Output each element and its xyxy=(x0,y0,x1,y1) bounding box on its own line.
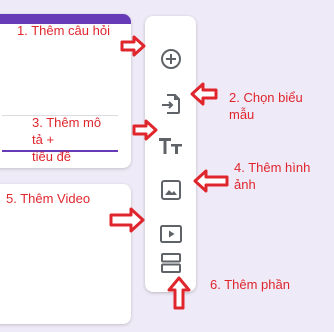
arrow-right-icon xyxy=(120,35,146,57)
annotation-add-image-line2: ảnh xyxy=(234,177,256,192)
annotation-add-section: 6. Thêm phần xyxy=(210,277,290,292)
annotation-import-form-line1: 2. Chọn biểu xyxy=(229,90,303,105)
annotation-add-title: 3. Thêm mô tả + tiêu đề xyxy=(32,114,101,165)
arrow-right-icon xyxy=(132,119,158,141)
title-text-icon xyxy=(158,138,182,154)
add-video-button[interactable] xyxy=(156,219,186,249)
arrow-left-icon xyxy=(193,169,229,193)
arrow-up-icon xyxy=(167,276,191,310)
annotation-add-title-line3: tiêu đề xyxy=(32,149,72,164)
import-icon xyxy=(161,94,180,114)
form-side-toolbar xyxy=(145,16,196,292)
arrow-right-icon xyxy=(109,207,145,233)
annotation-import-form-line2: mẫu xyxy=(229,107,255,122)
import-questions-button[interactable] xyxy=(156,89,186,119)
add-section-button[interactable] xyxy=(156,248,186,278)
annotation-import-form: 2. Chọn biểu mẫu xyxy=(229,89,303,123)
image-icon xyxy=(160,180,181,200)
annotation-add-title-line2: tả + xyxy=(32,132,55,147)
add-image-button[interactable] xyxy=(156,175,186,205)
annotation-add-video: 5. Thêm Video xyxy=(6,191,91,206)
add-question-button[interactable] xyxy=(156,44,186,74)
annotation-add-image: 4. Thêm hình ảnh xyxy=(234,159,310,193)
add-title-description-button[interactable] xyxy=(156,130,186,160)
annotation-add-question: 1. Thêm câu hỏi xyxy=(17,23,110,38)
annotation-add-title-line1: 3. Thêm mô xyxy=(32,115,102,130)
video-icon xyxy=(159,225,182,243)
arrow-left-icon xyxy=(190,82,218,106)
annotation-add-image-line1: 4. Thêm hình xyxy=(234,160,311,175)
add-circle-icon xyxy=(160,49,181,69)
section-icon xyxy=(160,253,181,273)
